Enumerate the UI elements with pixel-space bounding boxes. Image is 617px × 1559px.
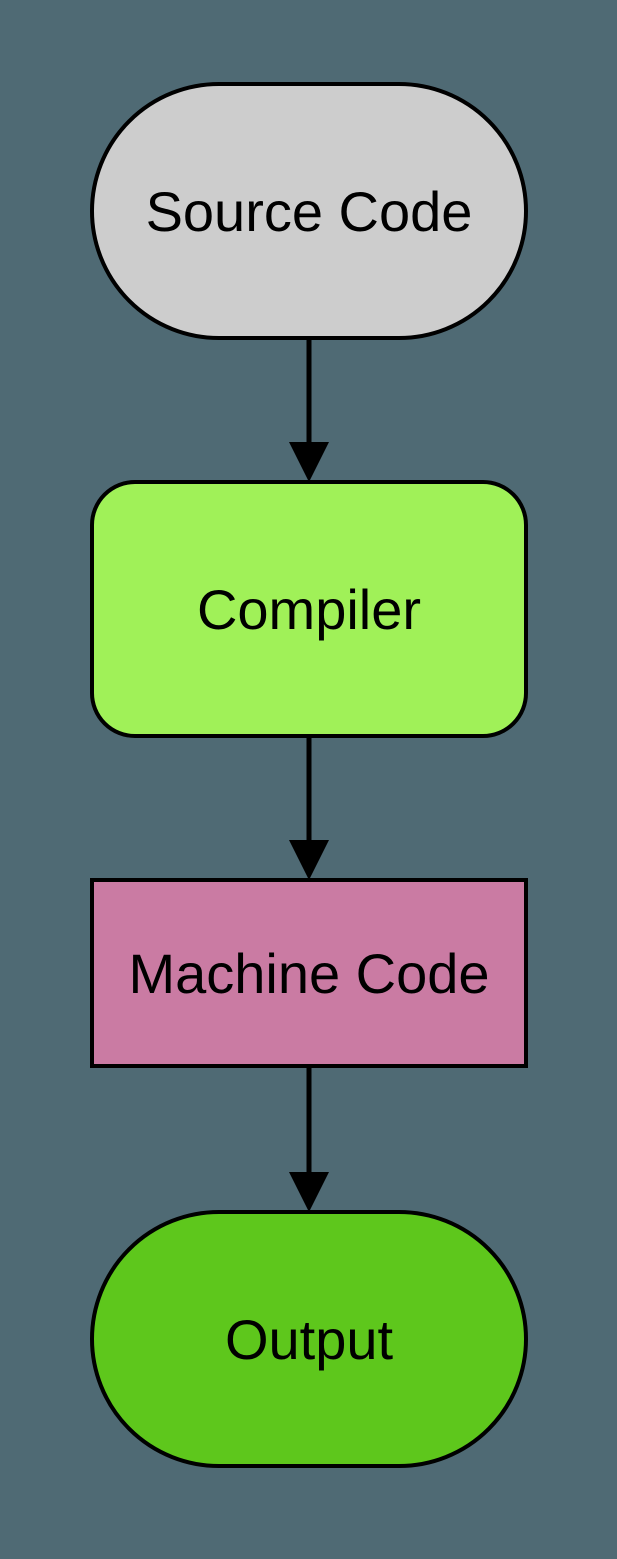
flowchart-canvas: Source Code Compiler Machine Code Output bbox=[0, 0, 617, 1559]
node-source-code-label: Source Code bbox=[146, 179, 473, 244]
node-output-label: Output bbox=[225, 1307, 393, 1372]
node-output: Output bbox=[90, 1210, 528, 1468]
node-source-code: Source Code bbox=[90, 82, 528, 340]
node-compiler-label: Compiler bbox=[197, 577, 421, 642]
node-machine-code-label: Machine Code bbox=[128, 941, 489, 1006]
node-compiler: Compiler bbox=[90, 480, 528, 738]
node-machine-code: Machine Code bbox=[90, 878, 528, 1068]
